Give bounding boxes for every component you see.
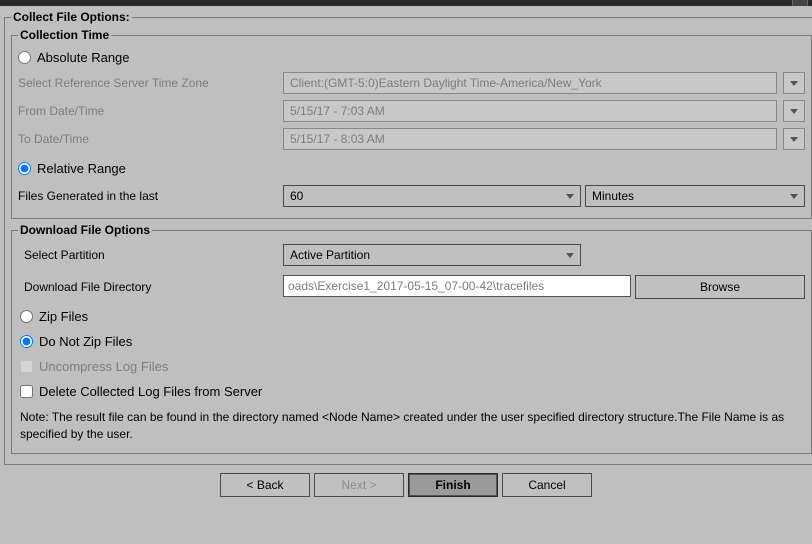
zip-files-label: Zip Files [39, 309, 88, 324]
to-date-value: 5/15/17 - 8:03 AM [283, 128, 777, 150]
delete-collected-label: Delete Collected Log Files from Server [39, 384, 262, 399]
reference-timezone-value: Client:(GMT-5:0)Eastern Daylight Time-Am… [283, 72, 777, 94]
next-button: Next > [314, 473, 404, 497]
delete-collected-checkbox-row: Delete Collected Log Files from Server [18, 384, 805, 399]
finish-button-label: Finish [435, 478, 470, 492]
download-directory-row: Download File Directory Browse [18, 275, 805, 299]
reference-timezone-label: Select Reference Server Time Zone [18, 76, 283, 90]
cancel-button[interactable]: Cancel [502, 473, 592, 497]
to-date-row: To Date/Time 5/15/17 - 8:03 AM [18, 127, 805, 151]
wizard-button-bar: < Back Next > Finish Cancel [4, 473, 808, 497]
back-button-label: < Back [246, 478, 283, 492]
download-file-options-legend: Download File Options [18, 223, 152, 237]
next-button-label: Next > [341, 478, 376, 492]
chevron-down-icon [790, 194, 798, 199]
chevron-down-icon [790, 137, 798, 142]
window-control-button[interactable] [792, 0, 808, 6]
cancel-button-label: Cancel [528, 478, 565, 492]
from-date-label: From Date/Time [18, 104, 283, 118]
relative-range-label: Relative Range [37, 161, 126, 176]
browse-button[interactable]: Browse [635, 275, 805, 299]
zip-files-radio[interactable] [20, 310, 33, 323]
to-date-dropdown-button [783, 128, 805, 150]
absolute-range-label: Absolute Range [37, 50, 130, 65]
reference-timezone-row: Select Reference Server Time Zone Client… [18, 71, 805, 95]
from-date-value: 5/15/17 - 7:03 AM [283, 100, 777, 122]
absolute-range-radio-row: Absolute Range [18, 50, 805, 65]
select-partition-select[interactable]: Active Partition [283, 244, 581, 266]
finish-button[interactable]: Finish [408, 473, 498, 497]
download-directory-label: Download File Directory [18, 280, 283, 294]
files-generated-row: Files Generated in the last 60 Minutes [18, 184, 805, 208]
back-button[interactable]: < Back [220, 473, 310, 497]
uncompress-checkbox [20, 360, 33, 373]
collection-time-group: Collection Time Absolute Range Select Re… [11, 28, 812, 219]
from-date-row: From Date/Time 5/15/17 - 7:03 AM [18, 99, 805, 123]
uncompress-checkbox-row: Uncompress Log Files [18, 359, 805, 374]
chevron-down-icon [566, 253, 574, 258]
collection-time-legend: Collection Time [18, 28, 111, 42]
do-not-zip-radio[interactable] [20, 335, 33, 348]
download-file-options-group: Download File Options Select Partition A… [11, 223, 812, 454]
collect-file-options-legend: Collect File Options: [11, 10, 132, 24]
browse-button-label: Browse [700, 280, 740, 294]
dialog-client-area: Collect File Options: Collection Time Ab… [0, 6, 812, 501]
delete-collected-checkbox[interactable] [20, 385, 33, 398]
to-date-label: To Date/Time [18, 132, 283, 146]
select-partition-value: Active Partition [290, 248, 370, 262]
files-generated-unit: Minutes [592, 189, 634, 203]
select-partition-label: Select Partition [18, 248, 283, 262]
download-directory-input[interactable] [283, 275, 631, 297]
reference-timezone-combo: Client:(GMT-5:0)Eastern Daylight Time-Am… [283, 72, 777, 94]
chevron-down-icon [790, 109, 798, 114]
files-generated-label: Files Generated in the last [18, 189, 283, 203]
reference-timezone-dropdown-button [783, 72, 805, 94]
select-partition-row: Select Partition Active Partition [18, 243, 805, 267]
collect-file-options-group: Collect File Options: Collection Time Ab… [4, 10, 812, 465]
do-not-zip-radio-row: Do Not Zip Files [18, 334, 805, 349]
uncompress-label: Uncompress Log Files [39, 359, 168, 374]
from-date-combo: 5/15/17 - 7:03 AM [283, 100, 777, 122]
to-date-combo: 5/15/17 - 8:03 AM [283, 128, 777, 150]
chevron-down-icon [566, 194, 574, 199]
zip-files-radio-row: Zip Files [18, 309, 805, 324]
note-text: Note: The result file can be found in th… [20, 409, 803, 443]
absolute-range-radio[interactable] [18, 51, 31, 64]
from-date-dropdown-button [783, 100, 805, 122]
chevron-down-icon [790, 81, 798, 86]
files-generated-unit-select[interactable]: Minutes [585, 185, 805, 207]
files-generated-value-select[interactable]: 60 [283, 185, 581, 207]
relative-range-radio-row: Relative Range [18, 161, 805, 176]
files-generated-value: 60 [290, 189, 303, 203]
do-not-zip-label: Do Not Zip Files [39, 334, 132, 349]
relative-range-radio[interactable] [18, 162, 31, 175]
